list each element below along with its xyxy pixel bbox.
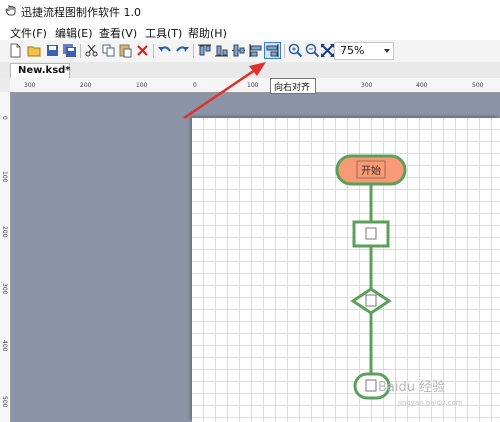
start-label: 开始	[361, 166, 381, 177]
flowchart	[335, 154, 407, 400]
watermark-url: jingyan.baidu.com	[398, 399, 463, 407]
text-placeholder-box	[365, 379, 377, 392]
watermark: Baidu 经验	[378, 380, 446, 395]
tooltip: 向右对齐	[270, 78, 316, 94]
text-placeholder-box	[365, 294, 377, 307]
text-placeholder-box	[365, 227, 377, 240]
tooltip-text: 向右对齐	[274, 83, 311, 93]
